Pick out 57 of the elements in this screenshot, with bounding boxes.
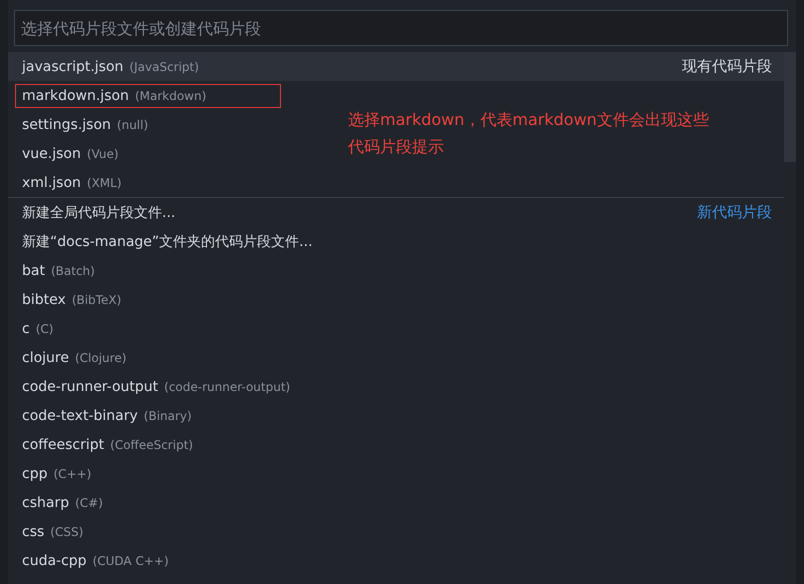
snippet-list-item[interactable]: settings.json (null) <box>8 110 162 139</box>
item-label: xml.json <box>22 174 81 190</box>
item-description: (Markdown) <box>134 88 206 102</box>
item-description: (Vue) <box>86 146 119 160</box>
item-label: cuda-cpp <box>22 552 87 568</box>
snippet-list-item[interactable]: 新建全局代码片段文件... 新代码片段 <box>8 198 784 227</box>
scrollbar-thumb[interactable] <box>784 52 796 162</box>
snippet-list-item[interactable]: css (CSS) <box>8 517 96 546</box>
item-description: (Batch) <box>50 264 95 278</box>
snippet-list-item[interactable]: code-runner-output (code-runner-output) <box>8 372 304 401</box>
snippet-list-item[interactable]: cpp (C++) <box>8 459 104 488</box>
item-label: 新建“docs-manage”文件夹的代码片段文件... <box>22 232 313 250</box>
item-label: bibtex <box>22 292 66 308</box>
item-label: code-text-binary <box>22 408 138 424</box>
item-description: (CUDA C++) <box>92 554 169 568</box>
snippet-list-item[interactable]: cuda-cpp (CUDA C++) <box>8 546 182 575</box>
snippet-list-item[interactable]: csharp (C#) <box>8 488 116 517</box>
snippet-list-item[interactable]: 新建“docs-manage”文件夹的代码片段文件... <box>8 227 326 256</box>
item-label: clojure <box>22 350 69 366</box>
item-label: 新建全局代码片段文件... <box>22 204 176 222</box>
group-label: 现有代码片段 <box>682 57 772 76</box>
snippet-list-item[interactable]: vue.json (Vue) <box>8 139 132 168</box>
snippet-list-item[interactable]: bat (Batch) <box>8 256 108 285</box>
item-description: (BibTeX) <box>72 292 122 306</box>
group-label: 新代码片段 <box>697 203 772 222</box>
item-description: (Clojure) <box>74 350 126 364</box>
search-field[interactable]: 选择代码片段文件或创建代码片段 <box>14 10 788 46</box>
item-label: vue.json <box>22 146 81 162</box>
snippet-list-item[interactable]: code-text-binary (Binary) <box>8 401 205 430</box>
snippet-list-item[interactable]: markdown.json (Markdown) <box>8 81 293 110</box>
item-label: javascript.json <box>22 58 124 74</box>
snippet-list-item[interactable]: coffeescript (CoffeeScript) <box>8 430 206 459</box>
snippet-list-item[interactable]: c (C) <box>8 314 66 343</box>
item-label: markdown.json <box>22 88 129 104</box>
annotation-text: 选择markdown，代表markdown文件会出现这些代码片段提示 <box>348 109 710 158</box>
item-label: bat <box>22 262 45 278</box>
item-description: (CoffeeScript) <box>110 438 194 452</box>
item-label: cpp <box>22 466 48 482</box>
item-label: css <box>22 524 44 540</box>
snippet-list-item[interactable]: clojure (Clojure) <box>8 343 140 372</box>
snippet-list-item[interactable]: javascript.json (JavaScript) 现有代码片段 <box>8 52 784 81</box>
item-description: (null) <box>116 118 148 132</box>
item-label: coffeescript <box>22 436 104 452</box>
snippet-list-item[interactable]: bibtex (BibTeX) <box>8 285 134 314</box>
snippet-list-item[interactable]: xml.json (XML) <box>8 168 135 197</box>
item-description: (XML) <box>86 176 122 190</box>
item-description: (C++) <box>53 466 92 480</box>
item-label: csharp <box>22 494 70 510</box>
item-label: code-runner-output <box>22 378 158 394</box>
item-label: settings.json <box>22 116 111 132</box>
item-description: (JavaScript) <box>129 60 199 74</box>
item-description: (C#) <box>75 496 103 510</box>
item-description: (C) <box>36 322 54 336</box>
item-description: (code-runner-output) <box>164 380 290 394</box>
item-description: (CSS) <box>50 524 84 538</box>
item-label: c <box>22 320 30 336</box>
item-description: (Binary) <box>144 408 192 422</box>
